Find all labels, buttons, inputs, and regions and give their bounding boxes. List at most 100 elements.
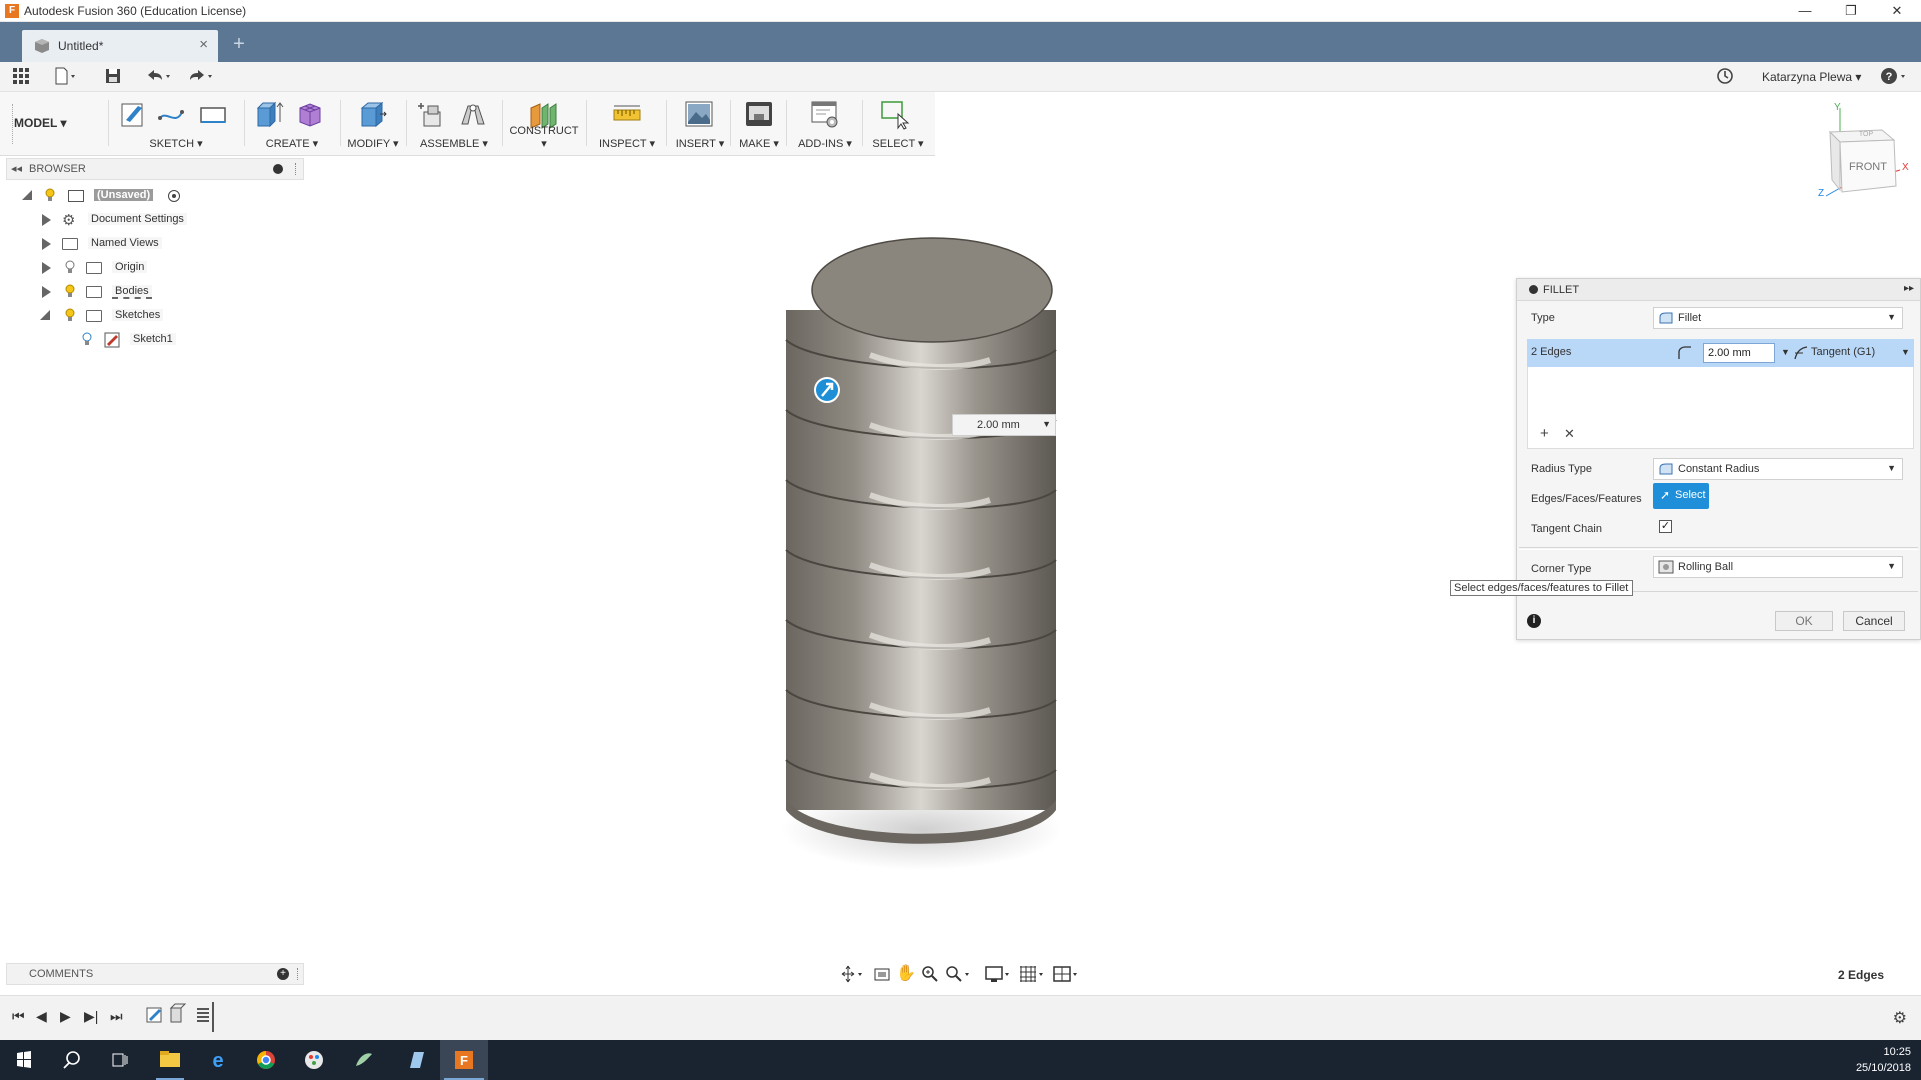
- fit-zoom-icon[interactable]: [944, 964, 972, 984]
- timeline-marker[interactable]: [212, 1002, 214, 1032]
- search-icon[interactable]: [48, 1040, 96, 1080]
- file-menu-icon[interactable]: [54, 67, 78, 87]
- expand-dialog-icon[interactable]: ▸▸: [1904, 283, 1914, 294]
- file-explorer-icon[interactable]: [146, 1040, 194, 1080]
- user-account-menu[interactable]: Katarzyna Plewa ▾: [1762, 70, 1861, 84]
- make-group[interactable]: MAKE ▾: [734, 92, 784, 156]
- ok-button[interactable]: OK: [1775, 611, 1833, 631]
- display-settings-icon[interactable]: [984, 964, 1012, 984]
- visibility-bulb-off-icon[interactable]: [65, 260, 75, 274]
- comments-grip[interactable]: [297, 968, 299, 980]
- continuity-value[interactable]: Tangent (G1): [1811, 346, 1875, 358]
- radius-dimension-input[interactable]: 2.00 mm ▼: [952, 414, 1056, 436]
- cancel-button[interactable]: Cancel: [1843, 611, 1905, 631]
- expand-triangle-icon[interactable]: [42, 214, 51, 226]
- browser-root-node[interactable]: (Unsaved): [18, 184, 298, 208]
- browser-header[interactable]: ◂◂ BROWSER: [6, 158, 304, 180]
- form-icon[interactable]: [294, 98, 324, 130]
- chevron-down-icon[interactable]: ▼: [1901, 347, 1910, 357]
- rectangle-tool-icon[interactable]: [198, 98, 228, 130]
- select-edges-button[interactable]: ➚ Select: [1653, 483, 1709, 509]
- workspace-switcher[interactable]: MODEL ▾: [14, 116, 66, 130]
- browser-grip[interactable]: [295, 163, 297, 175]
- select-group[interactable]: SELECT ▾: [866, 92, 930, 156]
- joint-icon[interactable]: [458, 98, 488, 130]
- scripts-addins-icon[interactable]: [810, 98, 840, 130]
- data-panel-grid-icon[interactable]: [12, 67, 30, 87]
- press-pull-icon[interactable]: [358, 98, 388, 130]
- viewports-icon[interactable]: [1052, 964, 1080, 984]
- corner-type-dropdown[interactable]: Rolling Ball ▼: [1653, 556, 1903, 578]
- timeline-forward-icon[interactable]: ▶|: [84, 1008, 98, 1025]
- timeline-extrude-feature-icon[interactable]: [168, 1002, 186, 1024]
- timeline-end-icon[interactable]: ⏭: [110, 1008, 123, 1025]
- select-tool-icon[interactable]: [880, 98, 910, 130]
- job-status-clock-icon[interactable]: [1716, 67, 1734, 87]
- tree-item-sketches[interactable]: Sketches: [38, 304, 298, 328]
- new-component-icon[interactable]: [416, 98, 446, 130]
- restore-button[interactable]: ❐: [1836, 2, 1866, 20]
- measure-icon[interactable]: [612, 98, 642, 130]
- browser-pin-icon[interactable]: [273, 164, 283, 174]
- line-tool-icon[interactable]: [156, 98, 186, 130]
- fillet-dialog-header[interactable]: FILLET ▸▸: [1517, 279, 1920, 301]
- tree-item-sketch1[interactable]: Sketch1: [78, 328, 298, 352]
- fusion-taskbar-icon[interactable]: F: [440, 1040, 488, 1080]
- notepad-app-icon[interactable]: [392, 1040, 440, 1080]
- minimize-button[interactable]: —: [1790, 2, 1820, 20]
- chevron-down-icon[interactable]: ▼: [1887, 463, 1896, 473]
- timeline-play-icon[interactable]: ▶: [60, 1008, 71, 1025]
- grid-snaps-icon[interactable]: [1018, 964, 1046, 984]
- tree-item-origin[interactable]: Origin: [38, 256, 298, 280]
- 3d-builder-icon[interactable]: [340, 1040, 388, 1080]
- create-group[interactable]: CREATE ▾: [250, 92, 334, 156]
- insert-canvas-icon[interactable]: [684, 98, 714, 130]
- paint-app-icon[interactable]: [290, 1040, 338, 1080]
- insert-group[interactable]: INSERT ▾: [672, 92, 728, 156]
- zoom-icon[interactable]: [920, 964, 940, 984]
- timeline-settings-gear-icon[interactable]: ⚙: [1893, 1008, 1907, 1028]
- expand-triangle-icon[interactable]: [22, 190, 32, 200]
- chevron-down-icon[interactable]: ▼: [1781, 347, 1790, 357]
- activate-radio-icon[interactable]: [168, 190, 180, 202]
- remove-selection-set-icon[interactable]: ✕: [1564, 426, 1575, 442]
- chrome-browser-icon[interactable]: [242, 1040, 290, 1080]
- timeline-thread-feature-icon[interactable]: [194, 1006, 212, 1024]
- visibility-bulb-icon[interactable]: [65, 308, 75, 322]
- extrude-icon[interactable]: [254, 98, 284, 130]
- edges-radius-input[interactable]: 2.00 mm: [1703, 343, 1775, 363]
- add-comment-icon[interactable]: +: [277, 968, 289, 980]
- comments-panel[interactable]: COMMENTS +: [6, 963, 304, 985]
- expand-triangle-icon[interactable]: [42, 238, 51, 250]
- sketch-group[interactable]: SKETCH ▾: [114, 92, 238, 156]
- timeline-start-icon[interactable]: ⏮: [12, 1008, 25, 1025]
- 3d-print-icon[interactable]: [744, 98, 774, 130]
- close-tab-icon[interactable]: ×: [199, 36, 208, 53]
- inspect-group[interactable]: INSPECT ▾: [592, 92, 662, 156]
- modify-group[interactable]: MODIFY ▾: [346, 92, 400, 156]
- create-sketch-icon[interactable]: [118, 98, 148, 130]
- edge-browser-icon[interactable]: e: [194, 1040, 242, 1080]
- close-window-button[interactable]: ✕: [1882, 2, 1912, 20]
- expand-triangle-icon[interactable]: [42, 286, 51, 298]
- visibility-bulb-off-icon[interactable]: [82, 332, 92, 346]
- redo-icon[interactable]: [186, 67, 216, 87]
- visibility-bulb-icon[interactable]: [65, 284, 75, 298]
- add-ins-group[interactable]: ADD-INS ▾: [790, 92, 860, 156]
- construct-group[interactable]: CONSTRUCT ▾: [508, 92, 580, 156]
- collapse-panel-icon[interactable]: ◂◂: [11, 162, 22, 175]
- orbit-icon[interactable]: [840, 964, 864, 984]
- tangent-chain-checkbox[interactable]: ✓: [1659, 520, 1672, 533]
- undo-icon[interactable]: [144, 67, 174, 87]
- tree-item-named-views[interactable]: Named Views: [38, 232, 298, 256]
- tree-item-bodies[interactable]: Bodies: [38, 280, 298, 304]
- assemble-group[interactable]: ASSEMBLE ▾: [412, 92, 496, 156]
- radius-type-dropdown[interactable]: Constant Radius ▼: [1653, 458, 1903, 480]
- document-tab[interactable]: Untitled* ×: [22, 30, 218, 62]
- help-icon[interactable]: ?: [1880, 67, 1910, 87]
- visibility-bulb-icon[interactable]: [45, 188, 55, 202]
- collapse-dialog-icon[interactable]: [1529, 285, 1538, 294]
- type-dropdown[interactable]: Fillet ▼: [1653, 307, 1903, 329]
- view-cube[interactable]: Y X Z TOP FRONT: [1810, 100, 1910, 200]
- timeline-sketch-feature-icon[interactable]: [146, 1006, 164, 1024]
